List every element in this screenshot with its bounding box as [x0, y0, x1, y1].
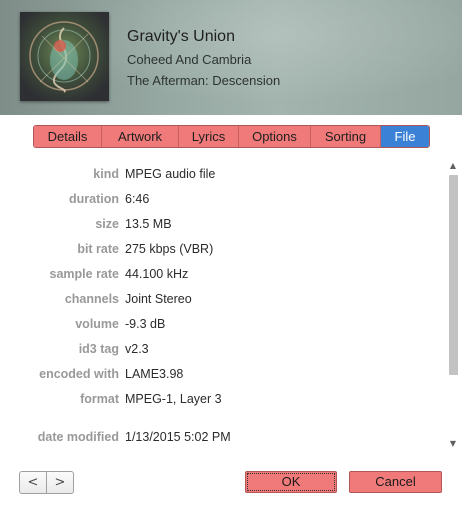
info-value: 6:46 — [125, 192, 150, 206]
info-label: date modified — [37, 430, 119, 444]
ok-button[interactable]: OK — [245, 471, 337, 493]
album-artwork-image — [29, 21, 99, 93]
info-value: 13.5 MB — [125, 217, 172, 231]
info-label: format — [80, 392, 119, 406]
info-value: 1/13/2015 5:02 PM — [125, 430, 231, 444]
song-header: Gravity's Union Coheed And Cambria The A… — [0, 0, 462, 115]
info-value: MPEG audio file — [125, 167, 216, 181]
song-album: The Afterman: Descension — [127, 73, 281, 88]
info-value: 44.100 kHz — [125, 267, 189, 281]
info-label: sample rate — [49, 267, 119, 281]
tab-sorting[interactable]: Sorting — [311, 126, 381, 147]
info-tabs: Details Artwork Lyrics Options Sorting F… — [33, 125, 430, 148]
info-value: Joint Stereo — [125, 292, 192, 306]
album-artwork — [20, 12, 109, 101]
tab-artwork[interactable]: Artwork — [102, 126, 179, 147]
info-label: volume — [75, 317, 119, 331]
chevron-up-icon[interactable]: ▲ — [446, 159, 460, 173]
info-label: channels — [64, 292, 119, 306]
info-label: bit rate — [77, 242, 119, 256]
info-value: 275 kbps (VBR) — [125, 242, 214, 256]
info-label: kind — [93, 167, 119, 181]
vertical-scrollbar[interactable]: ▲ ▼ — [446, 157, 460, 453]
song-titles: Gravity's Union Coheed And Cambria The A… — [127, 28, 280, 94]
file-info-panel: kind MPEG audio file duration 6:46 size … — [0, 157, 446, 453]
tab-details[interactable]: Details — [34, 126, 102, 147]
chevron-down-icon[interactable]: ▼ — [446, 437, 460, 451]
info-value: v2.3 — [125, 342, 149, 356]
tab-file[interactable]: File — [381, 126, 429, 147]
info-label: encoded with — [39, 367, 119, 381]
info-label: id3 tag — [78, 342, 119, 356]
info-value: -9.3 dB — [125, 317, 166, 331]
info-value: MPEG-1, Layer 3 — [125, 392, 222, 406]
song-artist: Coheed And Cambria — [127, 52, 252, 67]
previous-track-button[interactable]: < — [20, 472, 46, 493]
song-title: Gravity's Union — [127, 28, 235, 45]
info-label: size — [95, 217, 119, 231]
track-navigation: < > — [19, 471, 74, 494]
next-track-button[interactable]: > — [46, 472, 73, 493]
info-value: LAME3.98 — [125, 367, 184, 381]
cancel-button[interactable]: Cancel — [349, 471, 442, 493]
tab-lyrics[interactable]: Lyrics — [179, 126, 239, 147]
tab-options[interactable]: Options — [239, 126, 311, 147]
info-label: duration — [69, 192, 119, 206]
scrollbar-thumb[interactable] — [449, 175, 458, 375]
